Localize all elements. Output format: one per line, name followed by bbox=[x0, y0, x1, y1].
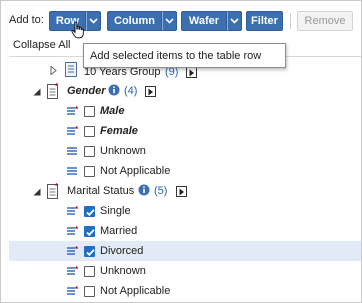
not-applicable-gender-checkbox[interactable] bbox=[84, 166, 95, 177]
collapse-arrow-icon[interactable] bbox=[33, 188, 41, 196]
tree-label: Gender bbox=[67, 85, 106, 97]
tree-row-gender-not-applicable[interactable]: Not Applicable bbox=[9, 161, 361, 181]
wafer-button[interactable]: Wafer bbox=[181, 11, 227, 31]
svg-text:*: * bbox=[55, 83, 59, 91]
chevron-down-icon bbox=[230, 18, 239, 24]
svg-text:*: * bbox=[75, 106, 79, 114]
tree-label: Unknown bbox=[100, 265, 146, 277]
tree-row-gender-unknown[interactable]: Unknown bbox=[9, 141, 361, 161]
list-item-icon bbox=[67, 167, 77, 175]
unknown-marital-checkbox[interactable] bbox=[84, 266, 95, 277]
document-list-icon bbox=[65, 62, 77, 77]
married-checkbox[interactable] bbox=[84, 226, 95, 237]
list-item-icon bbox=[67, 147, 77, 155]
tree-row-marital-status[interactable]: * Marital Status (5) bbox=[9, 181, 361, 201]
row-button-tooltip: Add selected items to the table row bbox=[83, 43, 286, 68]
list-item-icon: * bbox=[67, 266, 79, 275]
tree-row-marital-not-applicable[interactable]: * Not Applicable bbox=[9, 281, 361, 301]
list-item-icon: * bbox=[67, 286, 79, 295]
tree-label: Male bbox=[100, 105, 125, 117]
column-button[interactable]: Column bbox=[107, 11, 162, 31]
tree-row-gender[interactable]: * Gender (4) bbox=[9, 81, 361, 101]
svg-text:*: * bbox=[75, 286, 79, 294]
chevron-down-icon bbox=[89, 18, 98, 24]
document-list-icon: * bbox=[47, 183, 59, 199]
info-icon[interactable] bbox=[138, 184, 150, 196]
checkmark-icon bbox=[86, 249, 95, 257]
checkmark-icon bbox=[86, 209, 95, 217]
tree-label: Not Applicable bbox=[100, 165, 171, 177]
tree-row-single[interactable]: * Single bbox=[9, 201, 361, 221]
add-to-label: Add to: bbox=[9, 14, 44, 26]
list-item-icon: * bbox=[67, 226, 79, 235]
expand-arrow-icon[interactable] bbox=[50, 66, 57, 75]
tree-label: Not Applicable bbox=[100, 285, 171, 297]
remove-button[interactable]: Remove bbox=[297, 11, 353, 31]
wafer-split-button: Wafer bbox=[181, 11, 242, 31]
list-item-icon: * bbox=[67, 206, 79, 215]
tree-row-gender-female[interactable]: * Female bbox=[9, 121, 361, 141]
checkmark-icon bbox=[86, 229, 95, 237]
single-checkbox[interactable] bbox=[84, 206, 95, 217]
go-to-icon[interactable] bbox=[145, 86, 156, 97]
panel: Add to: Row Column Wafer Filter Remove C… bbox=[0, 0, 362, 303]
svg-text:*: * bbox=[75, 226, 79, 234]
chevron-down-icon bbox=[165, 18, 174, 24]
filter-button[interactable]: Filter bbox=[246, 11, 283, 31]
tree-label: Divorced bbox=[100, 245, 144, 257]
document-list-icon: * bbox=[47, 83, 59, 99]
tree-row-marital-unknown[interactable]: * Unknown bbox=[9, 261, 361, 281]
tree-label: Unknown bbox=[100, 145, 146, 157]
svg-text:*: * bbox=[55, 183, 59, 191]
unknown-gender-checkbox[interactable] bbox=[84, 146, 95, 157]
go-to-icon[interactable] bbox=[186, 67, 197, 78]
category-tree: 10 Years Group (9) * Gender (4) * Male *… bbox=[9, 56, 361, 302]
collapse-arrow-icon[interactable] bbox=[33, 88, 41, 96]
tree-label: Marital Status bbox=[67, 185, 135, 197]
svg-text:*: * bbox=[75, 126, 79, 134]
column-dropdown-button[interactable] bbox=[162, 11, 177, 31]
row-dropdown-button[interactable] bbox=[86, 11, 101, 31]
hand-cursor-icon bbox=[71, 21, 84, 39]
list-item-icon: * bbox=[67, 246, 79, 255]
item-count: (5) bbox=[154, 185, 168, 197]
tree-label: Female bbox=[100, 125, 138, 137]
tree-row-divorced[interactable]: * Divorced bbox=[9, 241, 361, 261]
wafer-dropdown-button[interactable] bbox=[227, 11, 242, 31]
male-checkbox[interactable] bbox=[84, 106, 95, 117]
info-icon[interactable] bbox=[108, 84, 120, 96]
collapse-all-link[interactable]: Collapse All bbox=[13, 39, 70, 51]
not-applicable-marital-checkbox[interactable] bbox=[84, 286, 95, 297]
svg-text:*: * bbox=[75, 246, 79, 254]
go-to-icon[interactable] bbox=[176, 186, 187, 197]
divorced-checkbox[interactable] bbox=[84, 246, 95, 257]
svg-text:*: * bbox=[75, 266, 79, 274]
female-checkbox[interactable] bbox=[84, 126, 95, 137]
column-split-button: Column bbox=[107, 11, 177, 31]
svg-text:*: * bbox=[75, 206, 79, 214]
list-item-icon: * bbox=[67, 126, 79, 135]
tree-row-gender-male[interactable]: * Male bbox=[9, 101, 361, 121]
item-count: (4) bbox=[124, 85, 138, 97]
tree-row-married[interactable]: * Married bbox=[9, 221, 361, 241]
toolbar-divider bbox=[290, 13, 291, 29]
tree-label: Single bbox=[100, 205, 131, 217]
list-item-icon: * bbox=[67, 106, 79, 115]
tree-label: Married bbox=[100, 225, 138, 237]
